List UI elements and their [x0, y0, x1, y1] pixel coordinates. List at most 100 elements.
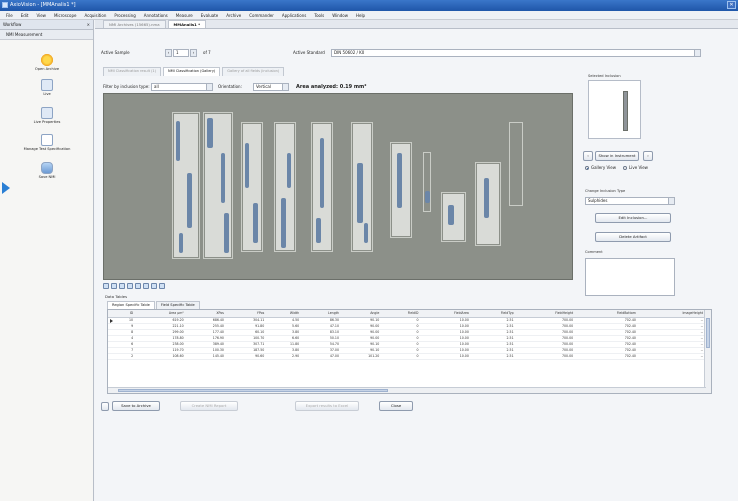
- table-cell: 2: [116, 353, 137, 360]
- horizontal-scrollbar[interactable]: [108, 387, 706, 393]
- inclusion-type-change-select[interactable]: Sulphides: [585, 197, 675, 205]
- workflow-subheader: NMI Measurement: [0, 30, 93, 40]
- menu-measure[interactable]: Measure: [172, 11, 197, 20]
- app-icon: [2, 2, 8, 8]
- save-to-archive-button[interactable]: Save to Archive: [112, 401, 160, 411]
- inclusion-strip[interactable]: [241, 122, 263, 252]
- inclusion-strip[interactable]: [441, 192, 466, 242]
- col-header[interactable]: FieldArea: [421, 310, 472, 318]
- tab-gallery-all-fields[interactable]: Gallery of all fields (inclusion): [222, 67, 285, 76]
- workflow-panel: Workflow × NMI Measurement Open Archive …: [0, 20, 94, 501]
- create-report-button[interactable]: Create NMI Report: [180, 401, 238, 411]
- live-item[interactable]: Live: [0, 79, 94, 96]
- tab-classification-result[interactable]: NMI Classification result (1): [103, 67, 162, 76]
- zoom-in-icon[interactable]: [103, 283, 109, 289]
- menu-edit[interactable]: Edit: [17, 11, 33, 20]
- main-content: Active Sample ‹ 1 › of 7 Active Standard…: [95, 29, 738, 501]
- inclusion-strip[interactable]: [311, 122, 333, 252]
- menu-microscope[interactable]: Microscope: [50, 11, 81, 20]
- manage-test-spec-item[interactable]: Manage Test Specification: [0, 134, 94, 151]
- inclusion-type-change-value: Sulphides: [588, 198, 608, 203]
- archive-icon: [101, 402, 109, 411]
- col-header[interactable]: Angle: [342, 310, 383, 318]
- menu-window[interactable]: Window: [328, 11, 352, 20]
- chevron-down-icon: [694, 50, 700, 56]
- col-header[interactable]: Area µm²: [136, 310, 187, 318]
- table-tabs: Region Specific Table Field Specific Tab…: [107, 301, 201, 309]
- menu-applications[interactable]: Applications: [278, 11, 310, 20]
- tab-classification-gallery[interactable]: NMI Classification (Gallery): [163, 67, 221, 76]
- camera-icon: [41, 107, 53, 119]
- title-bar: AxioVision - [MMAnalis1 *] ✕: [0, 0, 738, 11]
- menu-view[interactable]: View: [32, 11, 50, 20]
- tab-mmanalis[interactable]: MMAnalis1 *: [167, 20, 207, 28]
- help-icon[interactable]: [151, 283, 157, 289]
- inclusion-strip[interactable]: [274, 122, 296, 252]
- inclusion-strip[interactable]: [203, 112, 233, 259]
- inclusion-strip[interactable]: [351, 122, 373, 252]
- col-header[interactable]: Length: [302, 310, 342, 318]
- inclusion-strip[interactable]: [509, 122, 523, 206]
- col-header[interactable]: ImageHeight: [638, 310, 706, 318]
- inclusion-type-select[interactable]: all: [151, 83, 213, 91]
- tab-region-specific[interactable]: Region Specific Table: [107, 301, 155, 309]
- inclusion-strip[interactable]: [423, 152, 431, 212]
- orientation-select[interactable]: Vertical: [253, 83, 289, 91]
- live-properties-item[interactable]: Live Properties: [0, 107, 94, 124]
- delete-artifact-button[interactable]: Delete Artifact: [595, 232, 671, 242]
- settings-icon[interactable]: [159, 283, 165, 289]
- fit-icon[interactable]: [119, 283, 125, 289]
- prev-inclusion-button[interactable]: ‹: [583, 151, 593, 161]
- next-inclusion-button[interactable]: ›: [643, 151, 653, 161]
- menu-file[interactable]: File: [2, 11, 17, 20]
- col-header[interactable]: FieldBottom: [576, 310, 639, 318]
- active-standard-label: Active Standard: [293, 50, 325, 55]
- active-standard-select[interactable]: DIN 50602 / K0: [331, 49, 701, 57]
- menu-help[interactable]: Help: [352, 11, 369, 20]
- grid-icon[interactable]: [143, 283, 149, 289]
- menu-acquisition[interactable]: Acquisition: [80, 11, 110, 20]
- col-header[interactable]: FieldID: [382, 310, 422, 318]
- menu-tools[interactable]: Tools: [310, 11, 328, 20]
- inclusion-strip[interactable]: [390, 142, 412, 238]
- comment-input[interactable]: [585, 258, 675, 296]
- col-header[interactable]: ID: [116, 310, 137, 318]
- tab-field-specific[interactable]: Field Specific Table: [155, 301, 200, 309]
- live-view-radio[interactable]: [623, 166, 627, 170]
- col-header[interactable]: XPos: [186, 310, 227, 318]
- menu-processing[interactable]: Processing: [110, 11, 139, 20]
- close-panel-icon[interactable]: ×: [87, 20, 90, 30]
- select-icon[interactable]: [135, 283, 141, 289]
- edit-inclusion-button[interactable]: Edit Inclusion...: [595, 213, 671, 223]
- menu-commander[interactable]: Commander: [245, 11, 278, 20]
- inclusion-gallery-viewer[interactable]: [103, 93, 573, 280]
- menu-evaluate[interactable]: Evaluate: [197, 11, 222, 20]
- col-header[interactable]: FieldHeight: [516, 310, 577, 318]
- tab-nmi-archives[interactable]: NMI Archives (15665).nma: [103, 20, 166, 28]
- show-in-instrument-button[interactable]: Show in Instrument: [595, 151, 639, 161]
- col-header[interactable]: YPos: [226, 310, 268, 318]
- open-archive-item[interactable]: Open Archive: [0, 54, 94, 71]
- vertical-scrollbar[interactable]: [704, 310, 711, 393]
- inclusion-strip[interactable]: [475, 162, 501, 246]
- col-header[interactable]: FieldTyp: [471, 310, 517, 318]
- sample-prev-button[interactable]: ‹: [165, 49, 172, 57]
- close-button[interactable]: Close: [379, 401, 413, 411]
- gallery-view-radio[interactable]: [585, 166, 589, 170]
- data-tables-title: Data Tables: [105, 294, 128, 299]
- zoom-out-icon[interactable]: [111, 283, 117, 289]
- change-type-label: Change Inclusion Type: [585, 189, 626, 193]
- inclusion-strip[interactable]: [172, 112, 200, 259]
- export-excel-button[interactable]: Export results to Excel: [295, 401, 359, 411]
- menu-annotations[interactable]: Annotations: [140, 11, 172, 20]
- table-row[interactable]: 2 108.60 145.40 90.60 2.90 47.00 101.20 0 10.00 2…: [108, 353, 706, 360]
- sample-number-field[interactable]: 1: [173, 49, 189, 57]
- menu-archive[interactable]: Archive: [222, 11, 245, 20]
- save-nmi-item[interactable]: Save NMI: [0, 162, 94, 179]
- sample-next-button[interactable]: ›: [190, 49, 197, 57]
- orientation-value: Vertical: [256, 84, 271, 89]
- close-window-button[interactable]: ✕: [727, 1, 736, 9]
- database-icon: [41, 162, 53, 174]
- col-header[interactable]: Width: [267, 310, 303, 318]
- pan-icon[interactable]: [127, 283, 133, 289]
